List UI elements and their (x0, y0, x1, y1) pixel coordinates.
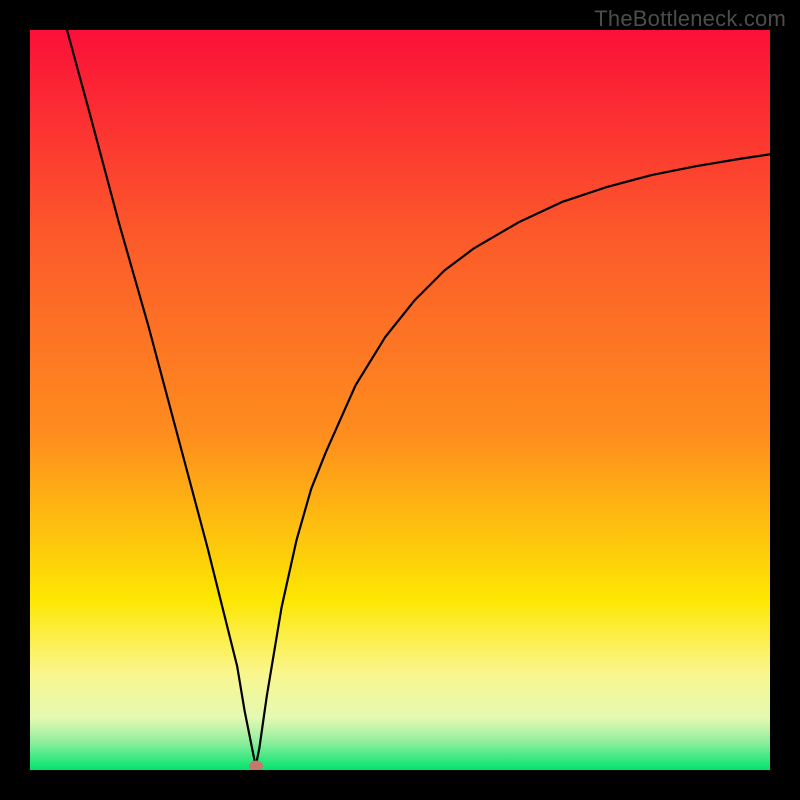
plot-area (30, 30, 770, 770)
bottleneck-curve (30, 30, 770, 770)
minimum-marker-icon (249, 761, 263, 770)
watermark-text: TheBottleneck.com (594, 6, 786, 32)
chart-frame: TheBottleneck.com (0, 0, 800, 800)
